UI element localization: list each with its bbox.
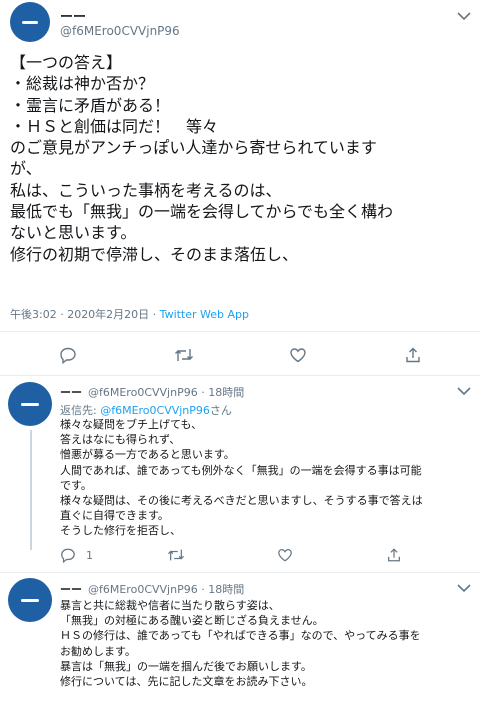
thread-line — [30, 430, 32, 550]
tweet-line: ・総裁は神か否か？ — [10, 74, 155, 94]
tweet-line: 【一つの答え】 — [10, 53, 123, 72]
tweet-line: ないと思います。 — [10, 223, 137, 243]
reply-line: そうした修行を拒否し、 — [60, 524, 181, 538]
reply-text: 暴言と共に総裁や信者に当たり散らす姿は、 「無我」の対極にある醜い姿と断じざる負… — [60, 598, 470, 689]
reply-button[interactable]: 1 — [60, 547, 93, 563]
share-button[interactable] — [386, 547, 402, 563]
tweet-line: ・霊言に矛盾がある！ — [10, 95, 171, 115]
retweet-icon — [168, 549, 184, 561]
reply-line: ＨＳの修行は、誰であっても「やればできる事」なので、やってみる事を — [60, 629, 421, 643]
tweet-line: ・ＨＳと創価は同だ！ 等々 — [10, 116, 219, 136]
reply-line: 様々な疑問をブチ上げても、 — [60, 418, 203, 431]
user-handle[interactable]: @f6MEro0CVVjnP96 · 18時間 — [88, 583, 244, 596]
reply-to: 返信先: @f6MEro0CVVjnP96さん — [60, 402, 232, 418]
retweet-button[interactable] — [167, 547, 185, 563]
tweet-timestamp[interactable]: 午後3:02 · 2020年2月20日 · — [10, 308, 160, 321]
tweet-source-link[interactable]: Twitter Web App — [160, 308, 249, 321]
share-button[interactable] — [404, 346, 422, 364]
tweet-line: 私は、こういった事柄を考えるのは、 — [10, 180, 282, 200]
reply-line: 様々な疑問は、その後に考えるべきだと思いますし、そうする事で答えは — [60, 494, 423, 508]
tweet-line: のご意見がアンチっぽい人達から寄せられています — [10, 138, 377, 158]
reply-icon — [60, 347, 76, 364]
reply-line: 「無我」の対極にある醜い姿と断じざる負えません。 — [60, 614, 324, 628]
reply-text: 様々な疑問をブチ上げても、 答えはなにも得られず、 憎悪が募る一方であると思いま… — [60, 417, 470, 539]
reply-line: 人間であれば、誰であっても例外なく「無我」の一端を会得する事は可能 — [60, 463, 422, 477]
retweet-button[interactable] — [174, 346, 194, 364]
reply-line: 直ぐに自得できます。 — [60, 509, 169, 523]
reply-to-mention[interactable]: @f6MEro0CVVjnP96 — [100, 404, 210, 417]
share-icon — [388, 548, 400, 562]
reply-line: です。 — [60, 478, 92, 492]
divider — [0, 375, 480, 376]
avatar[interactable] — [8, 382, 52, 426]
user-handle[interactable]: @f6MEro0CVVjnP96 · 18時間 — [88, 386, 244, 399]
display-name[interactable]: ーー — [60, 6, 86, 25]
reply-to-suffix: さん — [209, 404, 232, 417]
reply-line: 暴言と共に総裁や信者に当たり散らす姿は、 — [60, 599, 280, 612]
display-name[interactable]: ーー — [60, 386, 82, 399]
reply-line: 修行については、先に記した文章をお読み下さい。 — [60, 675, 313, 689]
divider — [0, 331, 480, 332]
reply-header: ーー @f6MEro0CVVjnP96 · 18時間 — [60, 581, 244, 597]
divider — [0, 572, 480, 573]
tweet-line: 最低でも「無我」の一端を会得してからでも全く構わ — [10, 202, 394, 222]
chevron-down-icon[interactable] — [456, 10, 472, 22]
tweet-meta: 午後3:02 · 2020年2月20日 · Twitter Web App — [10, 306, 249, 322]
like-icon — [278, 549, 292, 562]
reply-line: お勧めします。 — [60, 644, 136, 658]
tweet-line: 修行の初期で停滞し、そのまま落伍し、 — [10, 244, 299, 264]
like-button[interactable] — [277, 547, 293, 563]
reply-button[interactable] — [59, 346, 77, 364]
reply-line: 暴言は「無我」の一端を掴んだ後でお願いします。 — [60, 659, 312, 673]
tweet-line: が、 — [10, 159, 42, 179]
reply-line: 答えはなにも得られず、 — [60, 433, 181, 447]
tweet-text: 【一つの答え】 ・総裁は神か否か？ ・霊言に矛盾がある！ ・ＨＳと創価は同だ！ … — [10, 52, 472, 265]
reply-count: 1 — [86, 548, 93, 562]
reply-to-label: 返信先: — [60, 404, 101, 417]
avatar[interactable] — [10, 2, 50, 42]
chevron-down-icon[interactable] — [456, 582, 472, 594]
retweet-icon — [175, 349, 193, 361]
avatar[interactable] — [8, 578, 52, 622]
reply-line: 憎悪が募る一方であると思います。 — [60, 448, 235, 462]
like-button[interactable] — [289, 346, 307, 364]
share-icon — [406, 347, 420, 363]
user-handle[interactable]: @f6MEro0CVVjnP96 — [60, 24, 180, 38]
like-icon — [290, 348, 306, 363]
display-name[interactable]: ーー — [60, 583, 82, 596]
reply-icon — [61, 548, 75, 563]
reply-header: ーー @f6MEro0CVVjnP96 · 18時間 — [60, 384, 244, 400]
chevron-down-icon[interactable] — [456, 385, 472, 397]
